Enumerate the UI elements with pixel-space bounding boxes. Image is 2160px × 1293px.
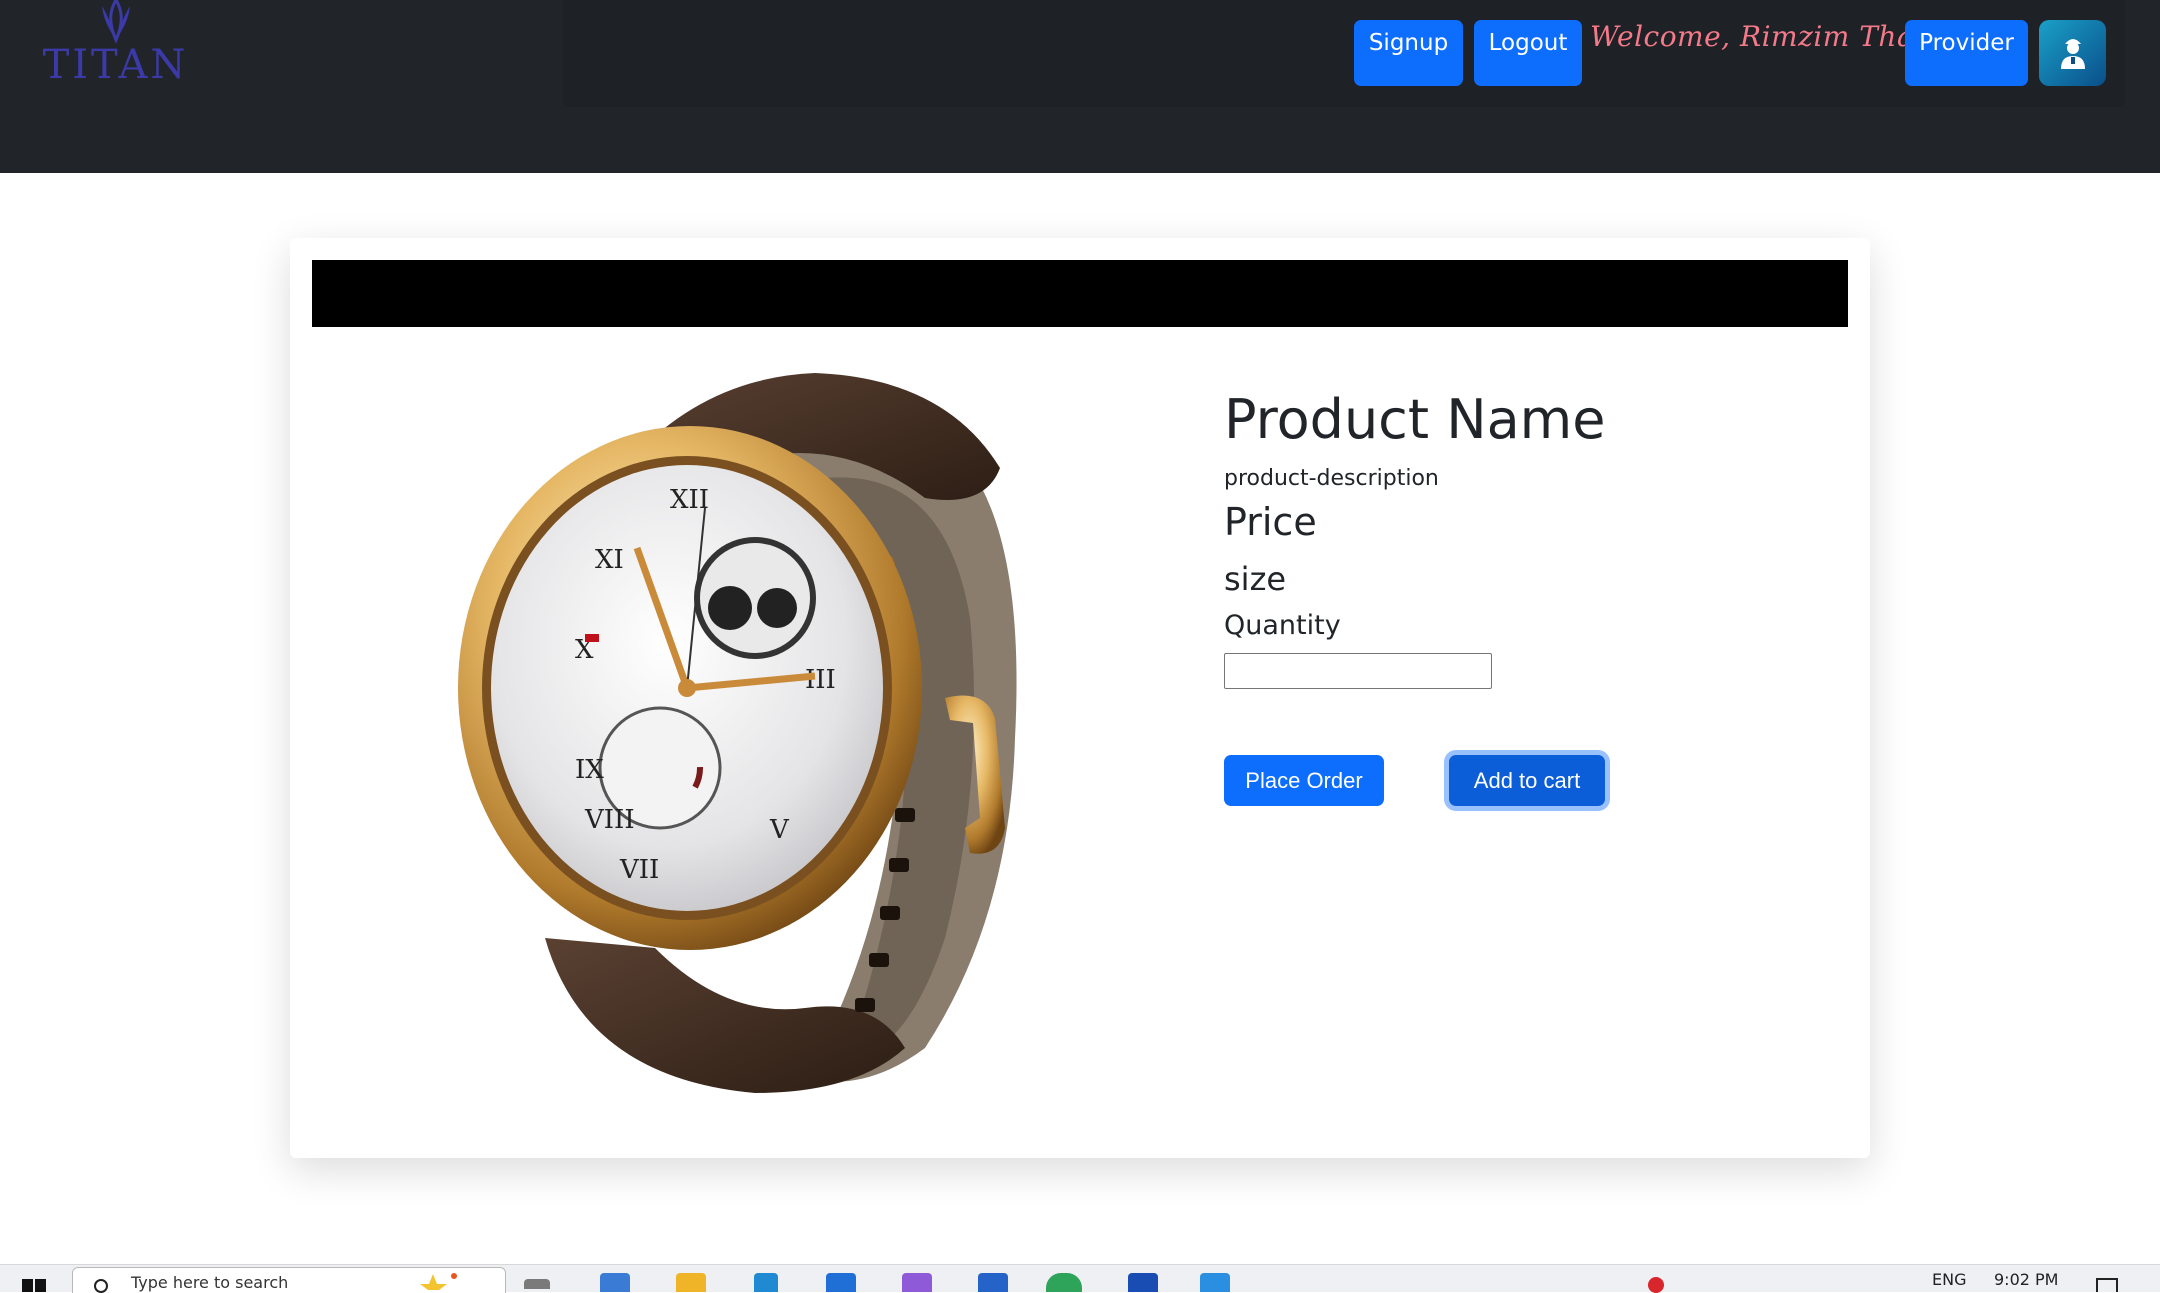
navbar: TITAN Signup Logout Welcome, Rimzim Thak… bbox=[0, 0, 2160, 173]
svg-text:IX: IX bbox=[575, 755, 604, 785]
signup-button[interactable]: Signup bbox=[1354, 20, 1463, 86]
welcome-message: Welcome, Rimzim Thakur bbox=[1590, 20, 1965, 53]
user-avatar-icon bbox=[2060, 39, 2085, 69]
product-watch-image: XII X IX III V VII XI VIII bbox=[458, 373, 1017, 1093]
outlook-icon[interactable] bbox=[1128, 1273, 1158, 1292]
mail-icon[interactable] bbox=[978, 1273, 1008, 1292]
provider-button[interactable]: Provider bbox=[1905, 20, 2028, 86]
file-explorer-icon[interactable] bbox=[676, 1273, 706, 1292]
place-order-button[interactable]: Place Order bbox=[1224, 755, 1384, 806]
vscode-icon[interactable] bbox=[1200, 1273, 1230, 1292]
svg-text:XII: XII bbox=[670, 485, 709, 515]
store-icon[interactable] bbox=[826, 1273, 856, 1292]
svg-text:VIII: VIII bbox=[584, 805, 635, 835]
product-card: XII X IX III V VII XI VIII Product Name … bbox=[290, 238, 1870, 1158]
taskbar-search-placeholder: Type here to search bbox=[131, 1273, 289, 1292]
copilot-icon[interactable] bbox=[600, 1273, 630, 1292]
search-highlight-icon bbox=[420, 1273, 457, 1290]
profile-button[interactable] bbox=[2039, 20, 2106, 86]
media-player-icon[interactable] bbox=[754, 1273, 778, 1292]
add-to-cart-button[interactable]: Add to cart bbox=[1449, 755, 1605, 806]
language-indicator[interactable]: ENG bbox=[1932, 1270, 1966, 1289]
quantity-label: Quantity bbox=[1224, 610, 1341, 641]
product-price: Price bbox=[1224, 500, 1317, 544]
product-description: product-description bbox=[1224, 466, 1439, 491]
quantity-input[interactable] bbox=[1224, 653, 1492, 689]
edge-browser-icon[interactable] bbox=[1046, 1273, 1082, 1292]
product-name: Product Name bbox=[1224, 388, 1606, 451]
titan-logo-icon bbox=[102, 0, 130, 44]
logo-text: TITAN bbox=[42, 42, 189, 88]
svg-text:V: V bbox=[769, 815, 790, 845]
product-size: size bbox=[1224, 560, 1287, 598]
task-view-icon[interactable] bbox=[524, 1279, 550, 1289]
titan-logo[interactable]: TITAN bbox=[38, 0, 193, 92]
svg-text:VII: VII bbox=[619, 855, 659, 885]
nav-container bbox=[563, 0, 2125, 107]
taskbar-search-box[interactable]: Type here to search bbox=[72, 1267, 506, 1293]
notification-center-icon[interactable] bbox=[2096, 1278, 2118, 1292]
windows-taskbar: Type here to search ENG 9:02 PM bbox=[0, 1264, 2160, 1293]
logout-button[interactable]: Logout bbox=[1474, 20, 1582, 86]
svg-text:XI: XI bbox=[595, 545, 624, 575]
card-header-band bbox=[312, 260, 1848, 327]
app-icon[interactable] bbox=[902, 1273, 932, 1292]
taskbar-clock[interactable]: 9:02 PM bbox=[1994, 1270, 2058, 1289]
windows-start-icon[interactable] bbox=[22, 1275, 48, 1292]
